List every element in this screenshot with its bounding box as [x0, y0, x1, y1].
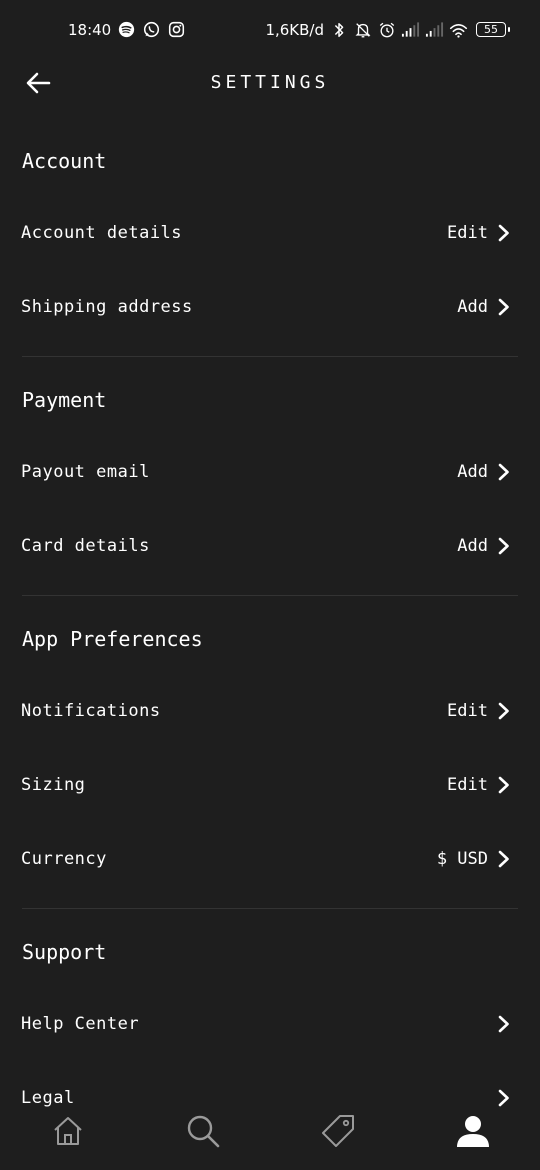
row-label: Shipping address	[21, 297, 193, 317]
nav-home[interactable]	[38, 1103, 98, 1163]
row-currency[interactable]: Currency $ USD	[0, 822, 540, 896]
chevron-right-icon	[498, 850, 510, 868]
wifi-icon	[449, 20, 468, 39]
status-bar: 18:40 1,6KB/d 55	[0, 0, 540, 62]
row-action: Add	[457, 536, 510, 556]
row-account-details[interactable]: Account details Edit	[0, 196, 540, 270]
whatsapp-icon	[142, 20, 161, 39]
section-title: Account	[22, 149, 107, 173]
net-speed: 1,6KB/d	[265, 20, 324, 39]
section-app-preferences: App Preferences Notifications Edit Sizin…	[0, 604, 540, 896]
header: SETTINGS	[0, 62, 540, 106]
battery-icon: 55	[476, 22, 510, 37]
bluetooth-icon	[329, 20, 348, 39]
muted-bell-icon	[353, 20, 372, 39]
row-action-label: Add	[457, 297, 488, 317]
status-right: 1,6KB/d 55	[265, 20, 510, 39]
row-label: Sizing	[21, 775, 86, 795]
row-card-details[interactable]: Card details Add	[0, 509, 540, 583]
row-action-label: Add	[457, 536, 488, 556]
nav-sell[interactable]	[308, 1103, 368, 1163]
row-sizing[interactable]: Sizing Edit	[0, 748, 540, 822]
row-action	[498, 1015, 510, 1033]
row-label: Help Center	[21, 1014, 140, 1034]
profile-icon	[455, 1113, 491, 1153]
settings-list: Account Account details Edit Shipping ad…	[0, 126, 540, 1135]
row-help-center[interactable]: Help Center	[0, 987, 540, 1061]
divider	[22, 356, 518, 357]
page-title: SETTINGS	[210, 72, 330, 93]
section-title: Support	[22, 940, 107, 964]
row-action: Add	[457, 297, 510, 317]
chevron-right-icon	[498, 224, 510, 242]
section-payment: Payment Payout email Add Card details Ad…	[0, 365, 540, 583]
section-title: Payment	[22, 388, 107, 412]
row-action-label: Edit	[447, 775, 488, 795]
instagram-icon	[167, 20, 186, 39]
row-label: Payout email	[21, 462, 150, 482]
section-title: App Preferences	[22, 627, 203, 651]
home-icon	[51, 1114, 85, 1152]
status-time: 18:40	[68, 20, 112, 39]
row-action: Add	[457, 462, 510, 482]
divider	[22, 908, 518, 909]
row-payout-email[interactable]: Payout email Add	[0, 435, 540, 509]
battery-level: 55	[484, 23, 498, 36]
bottom-nav	[0, 1096, 540, 1170]
tag-icon	[320, 1113, 356, 1153]
chevron-right-icon	[498, 298, 510, 316]
nav-search[interactable]	[173, 1103, 233, 1163]
divider	[22, 595, 518, 596]
row-action: Edit	[447, 775, 510, 795]
row-shipping-address[interactable]: Shipping address Add	[0, 270, 540, 344]
chevron-right-icon	[498, 776, 510, 794]
chevron-right-icon	[498, 702, 510, 720]
row-action-label: Edit	[447, 223, 488, 243]
chevron-right-icon	[498, 463, 510, 481]
signal-icon	[401, 20, 420, 39]
row-action-label: Edit	[447, 701, 488, 721]
spotify-icon	[117, 20, 136, 39]
alarm-icon	[377, 20, 396, 39]
row-action: $ USD	[437, 849, 510, 869]
status-left: 18:40	[68, 20, 186, 39]
search-icon	[185, 1113, 221, 1153]
row-action: Edit	[447, 701, 510, 721]
nav-profile[interactable]	[443, 1103, 503, 1163]
signal-icon-2	[425, 20, 444, 39]
row-label: Currency	[21, 849, 107, 869]
row-notifications[interactable]: Notifications Edit	[0, 674, 540, 748]
row-label: Notifications	[21, 701, 161, 721]
row-action-label: $ USD	[436, 849, 488, 869]
section-account: Account Account details Edit Shipping ad…	[0, 126, 540, 344]
row-label: Card details	[21, 536, 150, 556]
row-action-label: Add	[457, 462, 488, 482]
row-label: Account details	[21, 223, 183, 243]
row-action: Edit	[447, 223, 510, 243]
chevron-right-icon	[498, 1015, 510, 1033]
chevron-right-icon	[498, 537, 510, 555]
